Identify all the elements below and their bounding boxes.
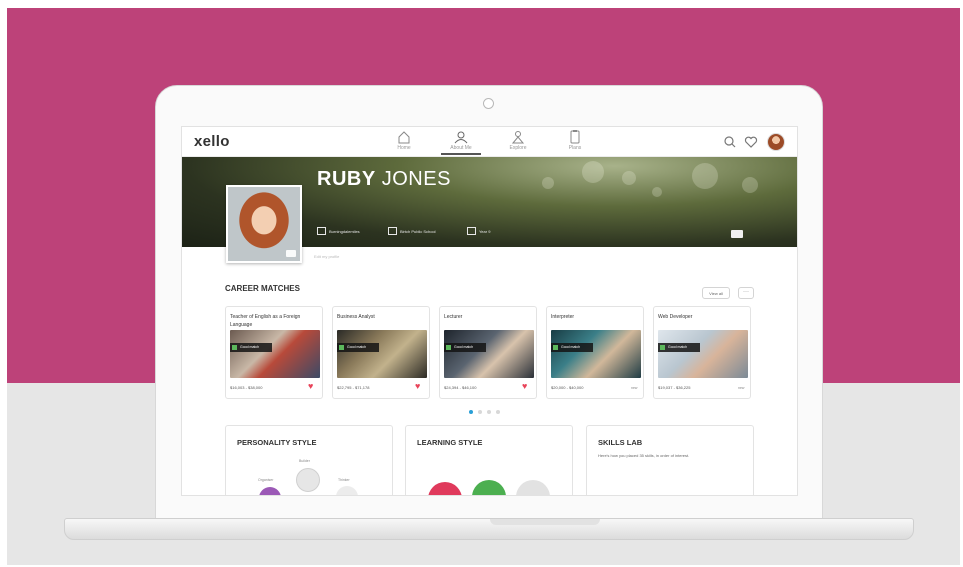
home-icon <box>398 131 410 144</box>
profile-name: RUBY JONES <box>317 168 451 191</box>
learning-circle-red <box>428 482 462 495</box>
personality-label-builder: Builder <box>299 459 310 463</box>
xello-logo[interactable]: xello <box>194 133 230 150</box>
career-fit-badge: Good match <box>444 343 486 352</box>
career-salary: $20,000 - $40,000 <box>551 385 584 390</box>
career-fit-badge: Good match <box>551 343 593 352</box>
laptop-camera <box>483 98 494 109</box>
learning-circle-green <box>472 480 506 495</box>
nav-plans-label: Plans <box>568 145 582 151</box>
profile-meta-town: Burningdalemiles <box>317 226 360 236</box>
nav-explore-label: Explore <box>509 145 527 151</box>
nav-explore[interactable]: Explore <box>498 129 538 155</box>
new-tag: new <box>738 386 745 390</box>
heart-icon[interactable] <box>743 134 759 150</box>
explore-icon <box>511 131 525 144</box>
profile-meta-school-text: Birtch Public School <box>400 228 436 234</box>
learning-style-title: LEARNING STYLE <box>417 438 483 447</box>
more-options-button[interactable]: ··· <box>738 287 754 299</box>
user-avatar[interactable] <box>767 133 785 151</box>
learning-style-card[interactable]: LEARNING STYLE <box>405 425 573 495</box>
career-fit-badge: Good match <box>230 343 272 352</box>
career-card[interactable]: Web Developer Good match $19,037 - $36,2… <box>653 306 751 399</box>
skills-lab-card[interactable]: SKILLS LAB Here's how you placed 35 skil… <box>586 425 754 495</box>
profile-meta-year: Year 9 <box>467 226 490 236</box>
profile-meta-school: Birtch Public School <box>388 226 436 236</box>
personality-style-card[interactable]: PERSONALITY STYLE Builder Organiser Thin… <box>225 425 393 495</box>
banner-bokeh <box>742 177 758 193</box>
career-fit-badge: Good match <box>658 343 700 352</box>
career-card-title: Web Developer <box>658 314 693 320</box>
career-salary: $24,394 - $46,100 <box>444 385 477 390</box>
school-icon <box>388 227 397 235</box>
banner-bokeh <box>692 163 718 189</box>
profile-meta-town-text: Burningdalemiles <box>329 228 360 234</box>
banner-bokeh <box>622 171 636 185</box>
top-navbar: xello Home About Me Explore Plans <box>182 127 797 157</box>
career-card-title: Lecturer <box>444 314 463 320</box>
laptop-notch <box>490 519 600 525</box>
photo-camera-icon[interactable] <box>286 250 296 257</box>
career-card-title: Business Analyst <box>337 314 375 320</box>
pager-dot-active[interactable] <box>469 410 473 414</box>
career-card[interactable]: Lecturer Good match $24,394 - $46,100 ♥ <box>439 306 537 399</box>
skills-lab-title: SKILLS LAB <box>598 438 643 447</box>
career-card-image <box>230 330 320 378</box>
nav-home-label: Home <box>397 145 411 151</box>
person-icon <box>454 131 468 144</box>
career-card[interactable]: Teacher of English as a Foreign Language… <box>225 306 323 399</box>
grade-icon <box>467 227 476 235</box>
clipboard-icon <box>570 130 580 144</box>
camera-icon[interactable] <box>731 230 743 238</box>
career-card-image <box>658 330 748 378</box>
career-salary: $22,795 - $71,178 <box>337 385 370 390</box>
builder-circle <box>296 468 320 492</box>
career-salary: $16,003 - $38,000 <box>230 385 263 390</box>
edit-profile-link[interactable]: Edit my profile <box>314 254 339 259</box>
career-card[interactable]: Business Analyst Good match $22,795 - $7… <box>332 306 430 399</box>
search-icon[interactable] <box>722 134 738 150</box>
nav-plans[interactable]: Plans <box>555 129 595 155</box>
profile-photo[interactable] <box>226 185 302 263</box>
favorite-heart-icon[interactable]: ♥ <box>522 381 527 391</box>
app-screen: xello Home About Me Explore Plans RUBY J… <box>181 126 798 496</box>
career-card[interactable]: Interpreter Good match $20,000 - $40,000… <box>546 306 644 399</box>
nav-about-me[interactable]: About Me <box>441 129 481 155</box>
pager-dot[interactable] <box>487 410 491 414</box>
view-all-button[interactable]: View all <box>702 287 730 299</box>
organiser-circle <box>259 487 281 495</box>
pager-dot[interactable] <box>478 410 482 414</box>
laptop-base <box>64 518 914 540</box>
career-card-image <box>337 330 427 378</box>
career-card-image <box>551 330 641 378</box>
banner-bokeh <box>652 187 662 197</box>
new-tag: new <box>631 386 638 390</box>
favorite-heart-icon[interactable]: ♥ <box>415 381 420 391</box>
pager-dot[interactable] <box>496 410 500 414</box>
banner-bokeh <box>542 177 554 189</box>
personality-style-title: PERSONALITY STYLE <box>237 438 317 447</box>
career-fit-badge: Good match <box>337 343 379 352</box>
profile-first-name: RUBY <box>317 168 376 190</box>
career-matches-title: CAREER MATCHES <box>225 284 300 293</box>
carousel-pager <box>469 410 500 414</box>
location-icon <box>317 227 326 235</box>
personality-label-organiser: Organiser <box>258 478 274 482</box>
career-salary: $19,037 - $36,225 <box>658 385 691 390</box>
career-card-title: Teacher of English as a Foreign Language <box>230 314 301 328</box>
nav-about-me-label: About Me <box>450 145 472 151</box>
profile-last-name: JONES <box>381 168 451 190</box>
thinker-circle <box>336 486 358 495</box>
personality-label-thinker: Thinker <box>338 478 350 482</box>
learning-circle-gray <box>516 480 550 495</box>
nav-home[interactable]: Home <box>384 129 424 155</box>
career-card-title: Interpreter <box>551 314 575 320</box>
favorite-heart-icon[interactable]: ♥ <box>308 381 313 391</box>
banner-bokeh <box>582 161 604 183</box>
skills-lab-subtitle: Here's how you placed 35 skills, in orde… <box>598 453 690 458</box>
profile-meta-year-text: Year 9 <box>479 228 491 234</box>
career-card-image <box>444 330 534 378</box>
